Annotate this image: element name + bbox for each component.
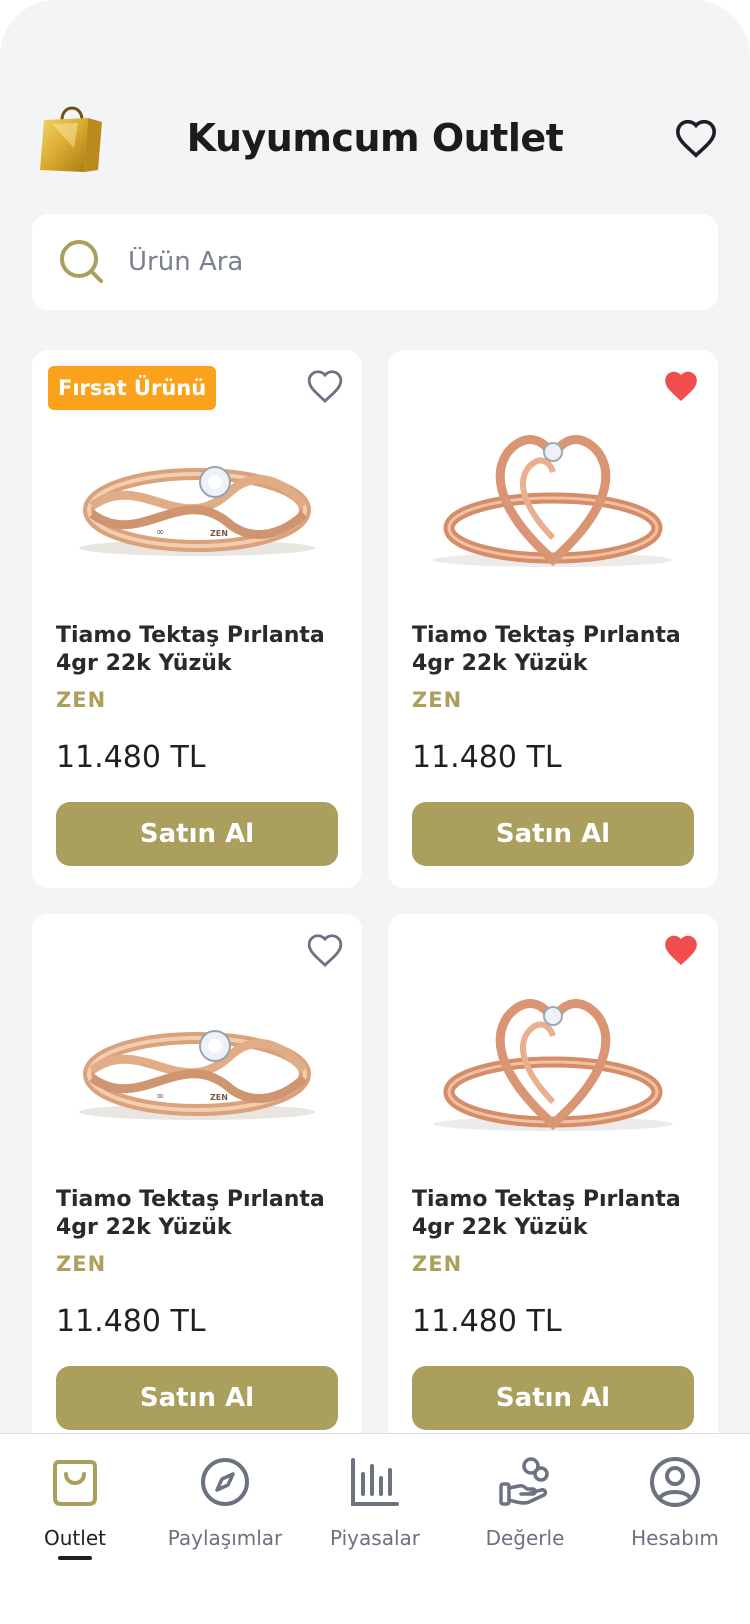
shopping-bag-icon [53,1460,97,1506]
deal-badge: Fırsat Ürünü [48,366,217,410]
product-price: 11.480 TL [56,740,206,775]
page-title: Kuyumcum Outlet [186,116,564,160]
buy-button[interactable]: Satın Al [412,1366,694,1430]
nav-item-piyasalar[interactable]: Piyasalar [300,1434,450,1564]
search-input[interactable] [128,247,648,277]
product-image: ∞ ZEN [79,466,315,556]
heart-icon[interactable] [306,932,344,968]
nav-item-degerle[interactable]: Değerle [450,1434,600,1564]
product-price: 11.480 TL [412,740,562,775]
nav-item-paylasimlar[interactable]: Paylaşımlar [150,1434,300,1564]
nav-item-hesabim[interactable]: Hesabım [600,1434,750,1564]
search-bar[interactable] [32,214,718,310]
product-image: ∞ ZEN [79,1030,315,1120]
product-grid: Fırsat Ürünü ∞ ZEN Tiamo Tektaş Pırlanta… [32,350,718,1452]
heart-icon[interactable] [674,118,718,158]
active-indicator [58,1556,92,1560]
nav-label: Paylaşımlar [167,1526,283,1550]
product-name: Tiamo Tektaş Pırlanta 4gr 22k Yüzük [412,1187,681,1240]
product-price: 11.480 TL [412,1304,562,1339]
product-brand: ZEN [412,1252,463,1276]
nav-label: Değerle [485,1526,565,1550]
nav-item-outlet[interactable]: Outlet [0,1434,150,1564]
app-header: Kuyumcum Outlet [0,90,750,190]
product-price: 11.480 TL [56,1304,206,1339]
hand-people-icon [499,1457,549,1506]
nav-label: Outlet [44,1526,106,1550]
svg-text:ZEN: ZEN [210,1093,228,1102]
product-name: Tiamo Tektaş Pırlanta 4gr 22k Yüzük [412,623,681,676]
buy-button[interactable]: Satın Al [56,1366,338,1430]
user-circle-icon [650,1457,700,1507]
buy-button[interactable]: Satın Al [56,802,338,866]
heart-icon[interactable] [306,368,344,404]
heart-filled-icon[interactable] [662,932,700,968]
product-card[interactable]: ∞ ZEN Tiamo Tektaş Pırlanta 4gr 22k Yüzü… [32,914,362,1452]
compass-icon [201,1458,249,1506]
svg-text:ZEN: ZEN [210,529,228,538]
search-icon [60,240,103,283]
product-brand: ZEN [56,688,107,712]
product-card[interactable]: Fırsat Ürünü ∞ ZEN Tiamo Tektaş Pırlanta… [32,350,362,888]
app-screen: Kuyumcum Outlet Fırsat Ürünü [0,0,750,1624]
nav-label: Piyasalar [330,1526,420,1550]
product-brand: ZEN [56,1252,107,1276]
bar-chart-icon [351,1458,399,1506]
product-name: Tiamo Tektaş Pırlanta 4gr 22k Yüzük [56,1187,325,1240]
bottom-nav: Outlet Paylaşımlar Piyasalar Değerle Hes… [0,1433,750,1624]
product-image [433,435,673,567]
heart-filled-icon[interactable] [662,368,700,404]
product-name: Tiamo Tektaş Pırlanta 4gr 22k Yüzük [56,623,325,676]
product-image [433,999,673,1131]
product-brand: ZEN [412,688,463,712]
buy-button[interactable]: Satın Al [412,802,694,866]
product-card[interactable]: Tiamo Tektaş Pırlanta 4gr 22k Yüzük ZEN … [388,350,718,888]
product-card[interactable]: Tiamo Tektaş Pırlanta 4gr 22k Yüzük ZEN … [388,914,718,1452]
svg-text:∞: ∞ [156,527,164,538]
nav-label: Hesabım [631,1526,719,1550]
svg-text:∞: ∞ [156,1091,164,1102]
